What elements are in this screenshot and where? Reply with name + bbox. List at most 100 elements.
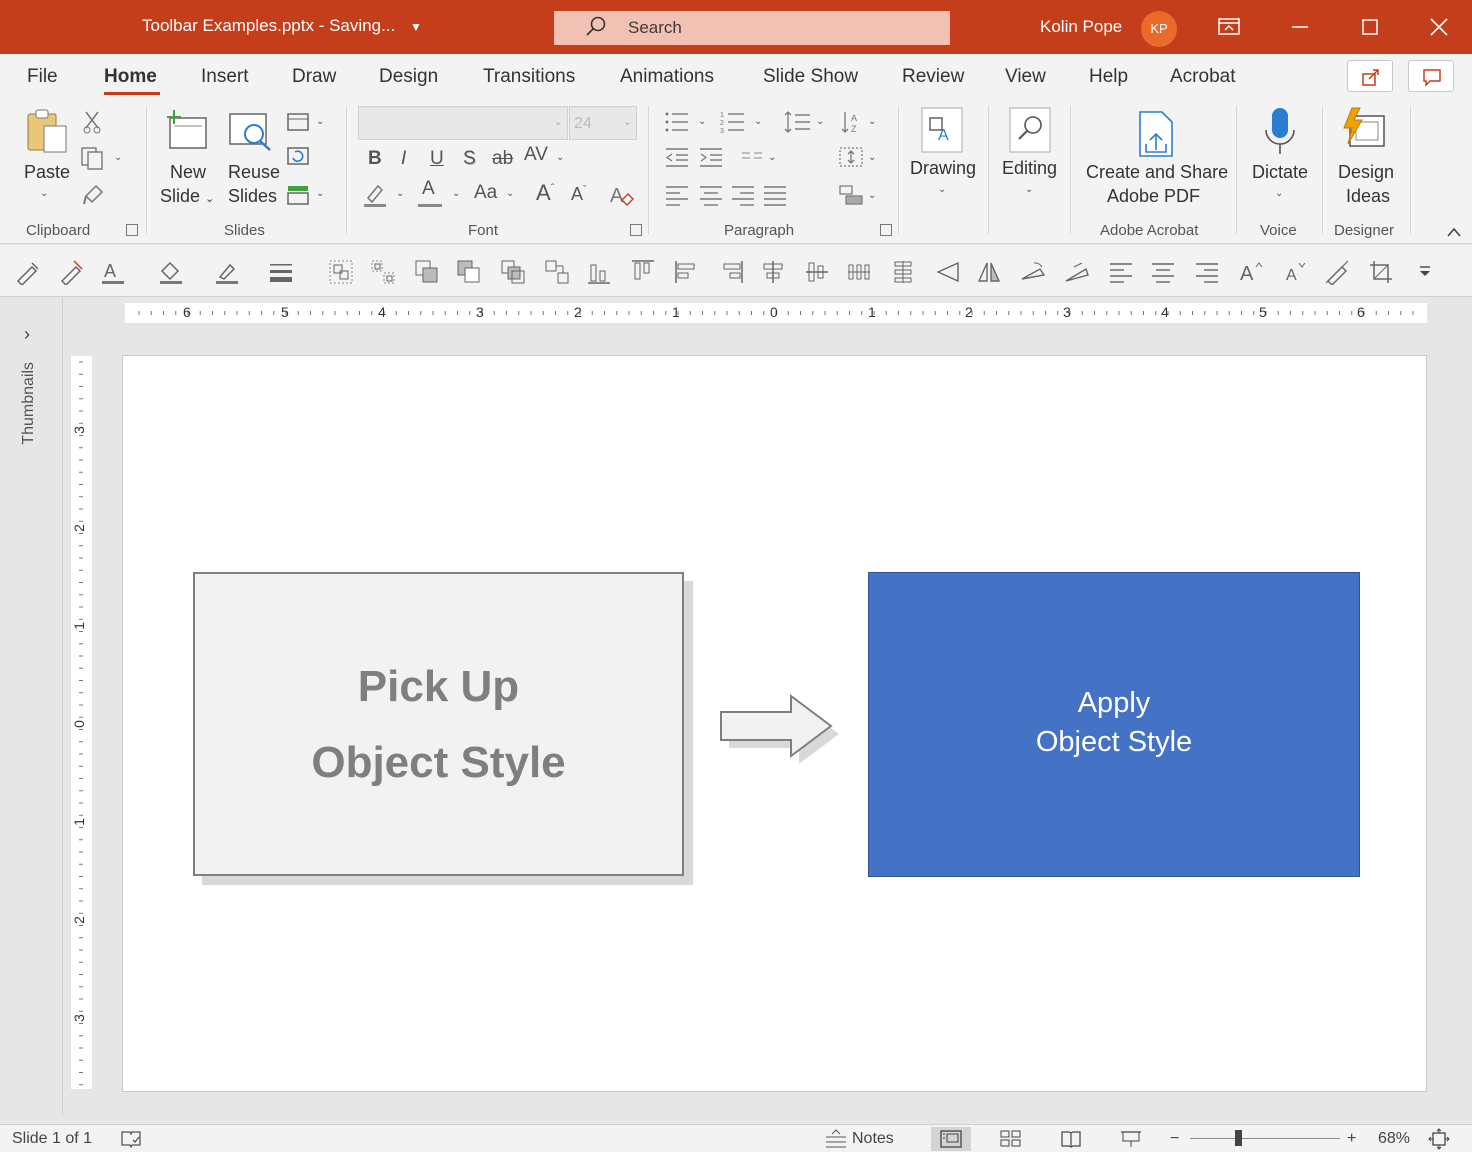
font-color-button[interactable]: A <box>418 178 442 207</box>
change-case-dropdown-icon[interactable]: ⌄ <box>506 188 514 199</box>
distribute-horizontal-icon[interactable] <box>846 259 872 285</box>
slide-canvas[interactable]: Pick Up Object Style Apply Object Style <box>122 355 1427 1092</box>
shrink-font-button[interactable]: Aˇ <box>571 184 587 205</box>
smartart-icon[interactable] <box>838 184 864 206</box>
source-shape[interactable]: Pick Up Object Style <box>193 572 684 876</box>
drawing-button[interactable]: Drawing <box>910 156 976 180</box>
zoom-out-button[interactable]: − <box>1170 1130 1179 1148</box>
shape-fill-icon[interactable] <box>158 259 184 285</box>
crop-icon[interactable] <box>1368 259 1394 285</box>
editing-dropdown-icon[interactable]: ⌄ <box>1025 184 1033 195</box>
format-painter-icon[interactable] <box>82 182 106 206</box>
copy-dropdown-icon[interactable]: ⌄ <box>114 152 122 163</box>
layout-dropdown-icon[interactable]: ⌄ <box>316 116 324 127</box>
rotate-right-icon[interactable] <box>1020 259 1046 285</box>
maximize-button[interactable] <box>1350 8 1390 46</box>
close-button[interactable] <box>1419 8 1459 46</box>
align-top-icon[interactable] <box>630 259 656 285</box>
design-ideas-label-2[interactable]: Ideas <box>1346 184 1390 208</box>
bold-button[interactable]: B <box>368 148 382 170</box>
reuse-slides-label-2[interactable]: Slides <box>228 184 277 208</box>
share-button[interactable] <box>1347 60 1393 92</box>
zoom-slider[interactable] <box>1190 1138 1340 1139</box>
italic-button[interactable]: I <box>401 148 406 170</box>
align-center-icon[interactable] <box>698 184 724 206</box>
bring-forward-icon[interactable] <box>414 259 440 285</box>
new-slide-button[interactable]: Slide ⌄ <box>160 184 214 211</box>
slide-show-button[interactable] <box>1111 1127 1151 1151</box>
zoom-in-button[interactable]: + <box>1347 1130 1356 1148</box>
create-share-pdf-label[interactable]: Create and Share <box>1086 160 1228 184</box>
tab-help[interactable]: Help <box>1089 66 1128 88</box>
tab-home[interactable]: Home <box>104 66 157 88</box>
tab-review[interactable]: Review <box>902 66 964 88</box>
dictate-dropdown-icon[interactable]: ⌄ <box>1275 188 1283 199</box>
font-name-select[interactable]: ⌄ <box>358 106 568 140</box>
align-vertical-center-icon[interactable] <box>804 259 830 285</box>
section-dropdown-icon[interactable]: ⌄ <box>316 188 324 199</box>
new-slide-label[interactable]: New <box>170 160 206 184</box>
numbering-icon[interactable]: 123 <box>720 110 748 134</box>
line-spacing-icon[interactable] <box>784 110 812 134</box>
font-launcher-icon[interactable] <box>630 224 642 236</box>
search-box[interactable]: Search <box>554 11 950 45</box>
increase-font-icon[interactable]: A <box>1238 259 1264 285</box>
highlight-icon[interactable] <box>362 182 390 208</box>
tab-design[interactable]: Design <box>379 66 438 88</box>
bring-to-front-icon[interactable] <box>500 259 526 285</box>
shape-outline-icon[interactable] <box>214 259 240 285</box>
document-title[interactable]: Toolbar Examples.pptx - Saving... ▼ <box>142 16 422 36</box>
paste-dropdown-icon[interactable]: ⌄ <box>40 188 48 199</box>
comments-button[interactable] <box>1408 60 1454 92</box>
text-align-left-icon[interactable] <box>1108 259 1134 285</box>
columns-dropdown-icon[interactable]: ⌄ <box>768 152 776 163</box>
layout-icon[interactable] <box>286 112 310 132</box>
send-backward-icon[interactable] <box>456 259 482 285</box>
bullets-dropdown-icon[interactable]: ⌄ <box>698 116 706 127</box>
ribbon-display-button[interactable] <box>1208 8 1248 46</box>
columns-icon[interactable] <box>740 150 764 166</box>
line-spacing-dropdown-icon[interactable]: ⌄ <box>816 116 824 127</box>
tab-draw[interactable]: Draw <box>292 66 336 88</box>
flip-horizontal-icon[interactable] <box>976 259 1002 285</box>
target-shape[interactable]: Apply Object Style <box>868 572 1360 877</box>
editing-button[interactable]: Editing <box>1002 156 1057 180</box>
ungroup-icon[interactable] <box>370 259 396 285</box>
smartart-dropdown-icon[interactable]: ⌄ <box>868 190 876 201</box>
apply-style-icon[interactable] <box>58 259 84 285</box>
dictate-button[interactable]: Dictate <box>1252 160 1308 184</box>
strikethrough-button[interactable]: ab <box>492 148 513 170</box>
font-color-icon[interactable]: A <box>100 259 126 285</box>
decrease-indent-icon[interactable] <box>664 146 690 168</box>
text-direction-dropdown-icon[interactable]: ⌄ <box>868 116 876 127</box>
align-text-icon[interactable] <box>838 146 864 168</box>
zoom-slider-thumb[interactable] <box>1235 1130 1242 1146</box>
drawing-dropdown-icon[interactable]: ⌄ <box>938 184 946 195</box>
font-size-select[interactable]: 24 ⌄ <box>569 106 637 140</box>
distribute-vertical-icon[interactable] <box>890 259 916 285</box>
clipboard-launcher-icon[interactable] <box>126 224 138 236</box>
align-objects-right-icon[interactable] <box>718 259 744 285</box>
section-icon[interactable] <box>286 184 310 206</box>
group-icon[interactable] <box>328 259 354 285</box>
edit-shape-icon[interactable] <box>1064 259 1090 285</box>
tab-acrobat[interactable]: Acrobat <box>1170 66 1235 88</box>
align-objects-left-icon[interactable] <box>674 259 700 285</box>
tab-transitions[interactable]: Transitions <box>483 66 575 88</box>
zoom-level[interactable]: 68% <box>1378 1130 1410 1148</box>
grow-font-button[interactable]: Aˆ <box>536 180 554 206</box>
reset-slide-icon[interactable] <box>286 146 310 166</box>
justify-icon[interactable] <box>762 184 788 206</box>
create-share-pdf-label-2[interactable]: Adobe PDF <box>1107 184 1200 208</box>
numbering-dropdown-icon[interactable]: ⌄ <box>754 116 762 127</box>
align-right-icon[interactable] <box>730 184 756 206</box>
text-align-right-icon[interactable] <box>1194 259 1220 285</box>
bullets-icon[interactable] <box>664 110 692 134</box>
notes-button[interactable]: Notes <box>852 1130 894 1148</box>
thumbnails-label[interactable]: Thumbnails <box>20 362 38 445</box>
expand-thumbnails-icon[interactable]: › <box>24 324 30 345</box>
collapse-ribbon-icon[interactable] <box>1446 226 1462 238</box>
change-case-button[interactable]: Aa <box>474 182 497 204</box>
accessibility-icon[interactable] <box>120 1130 142 1148</box>
minimize-button[interactable] <box>1280 8 1320 46</box>
